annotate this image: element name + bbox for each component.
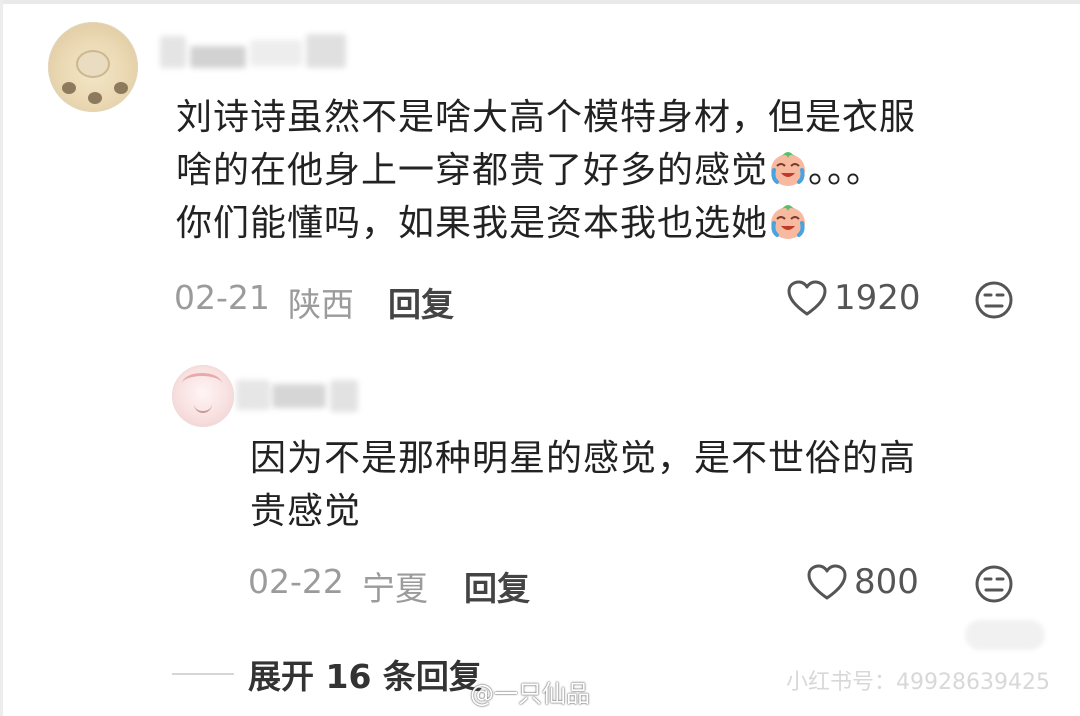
avatar[interactable] — [48, 22, 138, 112]
reply-text-line-1: 因为不是那种明星的感觉，是不世俗的高 — [250, 438, 917, 479]
watermark-blob — [965, 620, 1045, 650]
like-button[interactable]: 800 — [806, 562, 919, 602]
comment-location: 陕西 — [288, 285, 354, 324]
comment-text-fragment: 。。。 — [808, 150, 884, 191]
comment-date: 02-22 — [248, 562, 344, 601]
dislike-face-icon[interactable] — [974, 280, 1014, 320]
reply-button[interactable]: 回复 — [388, 278, 454, 326]
crying-laughing-face-icon — [768, 148, 808, 188]
left-edge — [0, 0, 3, 716]
comment-text-line-1: 刘诗诗虽然不是啥大高个模特身材，但是衣服 — [176, 97, 917, 138]
like-count: 1920 — [834, 278, 921, 318]
heart-icon — [807, 564, 847, 600]
avatar-doodle — [182, 373, 222, 394]
comment-date: 02-21 — [174, 278, 270, 317]
weibo-watermark: @一只仙品 — [470, 680, 590, 708]
avatar-paw-mark — [114, 82, 128, 94]
expand-divider-line — [172, 673, 234, 675]
comment-location: 宁夏 — [362, 569, 428, 608]
comment-text-fragment: 你们能懂吗，如果我是资本我也选她 — [176, 203, 769, 244]
comment-text-line-3: 你们能懂吗，如果我是资本我也选她 — [176, 197, 808, 250]
avatar-paw-mark — [62, 82, 76, 94]
expand-replies-button[interactable]: 展开 16 条回复 — [248, 650, 482, 698]
like-count: 800 — [854, 562, 919, 602]
dislike-face-icon[interactable] — [974, 564, 1014, 604]
reply-button[interactable]: 回复 — [464, 562, 530, 610]
xiaohongshu-watermark: 小红书号：4992863942​5 — [786, 670, 1050, 695]
avatar-face — [76, 50, 110, 78]
comment-text-fragment: 啥的在他身上一穿都贵了好多的感觉 — [176, 150, 769, 191]
crying-laughing-face-icon — [768, 201, 808, 241]
heart-icon — [787, 280, 827, 316]
avatar-doodle — [194, 401, 212, 413]
avatar-paw-mark — [88, 92, 102, 104]
avatar[interactable] — [172, 365, 234, 427]
top-edge — [0, 0, 1080, 4]
reply-text-line-2: 贵感觉 — [250, 491, 362, 532]
comment-text-line-2: 啥的在他身上一穿都贵了好多的感觉 。。。 — [176, 144, 883, 197]
like-button[interactable]: 1920 — [786, 278, 921, 318]
